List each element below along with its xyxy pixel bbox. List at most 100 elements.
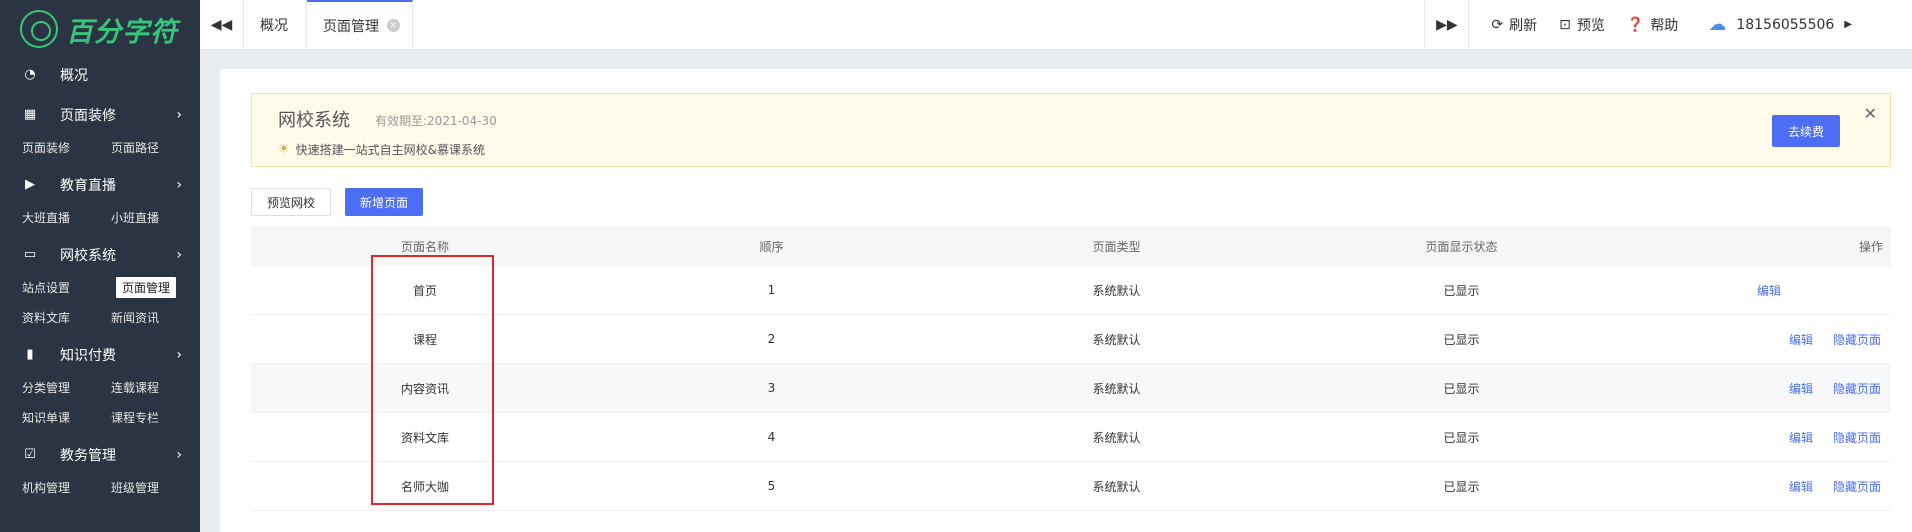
sidebar-item-page-management[interactable]: 页面管理 bbox=[116, 276, 177, 298]
sidebar-item-single-course[interactable]: 知识单课 bbox=[22, 409, 111, 426]
tool-label: 刷新 bbox=[1509, 17, 1538, 34]
cell-name: 课程 bbox=[412, 332, 437, 347]
refresh-button[interactable]: ⟳ 刷新 bbox=[1491, 15, 1537, 35]
sidebar-item-decoration[interactable]: 页面装修 bbox=[22, 139, 111, 156]
nav-school[interactable]: ▭ 网校系统 › bbox=[0, 238, 200, 272]
banner-title: 网校系统 bbox=[278, 110, 350, 131]
sidebar-item-org[interactable]: 机构管理 bbox=[22, 479, 111, 496]
edit-link[interactable]: 编辑 bbox=[1789, 380, 1813, 397]
cell-order: 3 bbox=[767, 381, 776, 395]
cell-order: 2 bbox=[767, 332, 776, 346]
main-content: 网校系统 有效期至:2021-04-30 ☀ 快速搭建一站式自主网校&慕课系统 … bbox=[220, 69, 1912, 532]
nav-group-live: ▶ 教育直播 › 大班直播 小班直播 bbox=[0, 168, 200, 238]
hide-page-link[interactable]: 隐藏页面 bbox=[1833, 380, 1881, 397]
cell-ops: 编辑 隐藏页面 bbox=[1634, 380, 1891, 397]
edit-link[interactable]: 编辑 bbox=[1757, 282, 1781, 299]
preview-school-button[interactable]: 预览网校 bbox=[251, 188, 332, 216]
edit-link[interactable]: 编辑 bbox=[1789, 429, 1813, 446]
hide-page-link[interactable]: 隐藏页面 bbox=[1833, 478, 1881, 495]
nav-group-decoration: ▦ 页面装修 › 页面装修 页面路径 bbox=[0, 98, 200, 168]
nav-knowledge[interactable]: ▮ 知识付费 › bbox=[0, 338, 200, 372]
refresh-icon: ⟳ bbox=[1491, 16, 1504, 33]
table-row: 课程 2 系统默认 已显示 编辑 隐藏页面 bbox=[251, 315, 1891, 364]
cell-name: 名师大咖 bbox=[400, 479, 449, 494]
sidebar-item-category[interactable]: 分类管理 bbox=[22, 379, 111, 396]
sidebar-item-news[interactable]: 新闻资讯 bbox=[111, 309, 200, 326]
nav-academic[interactable]: ☑ 教务管理 › bbox=[0, 438, 200, 472]
scroll-tabs-left-button[interactable]: ◀◀ bbox=[200, 0, 244, 49]
sub-row: 机构管理 班级管理 bbox=[0, 472, 200, 502]
banner-expiry: 有效期至:2021-04-30 bbox=[375, 114, 497, 128]
cell-type: 系统默认 bbox=[1092, 283, 1141, 298]
cell-name: 首页 bbox=[412, 283, 437, 298]
tab-overview[interactable]: 概况 bbox=[244, 0, 307, 49]
nav-decoration[interactable]: ▦ 页面装修 › bbox=[0, 98, 200, 132]
subscription-banner: 网校系统 有效期至:2021-04-30 ☀ 快速搭建一站式自主网校&慕课系统 … bbox=[251, 93, 1891, 167]
cell-ops: 编辑 bbox=[1634, 282, 1891, 299]
nav-label: 页面装修 bbox=[60, 108, 116, 124]
tool-label: 帮助 bbox=[1650, 17, 1679, 34]
close-icon[interactable]: ✕ bbox=[1864, 104, 1877, 123]
double-chevron-right-icon: ▶▶ bbox=[1436, 16, 1458, 33]
sidebar: 百分字符 ◔ 概况 ▦ 页面装修 › 页面装修 页面路径 ▶ 教育直播 › 大班… bbox=[0, 0, 200, 532]
nav-label: 网校系统 bbox=[60, 248, 116, 264]
sub-row: 分类管理 连载课程 bbox=[0, 372, 200, 402]
sidebar-item-site-settings[interactable]: 站点设置 bbox=[22, 279, 122, 296]
banner-tip: ☀ 快速搭建一站式自主网校&慕课系统 bbox=[278, 141, 485, 158]
nav-overview[interactable]: ◔ 概况 bbox=[0, 58, 200, 92]
caret-right-icon: ▶ bbox=[1844, 19, 1852, 30]
hide-page-link[interactable]: 隐藏页面 bbox=[1833, 429, 1881, 446]
renew-button[interactable]: 去续费 bbox=[1772, 115, 1840, 147]
pie-chart-icon: ◔ bbox=[24, 67, 36, 82]
sub-row: 页面装修 页面路径 bbox=[0, 132, 200, 162]
logo-icon bbox=[20, 10, 58, 48]
nav-live[interactable]: ▶ 教育直播 › bbox=[0, 168, 200, 202]
add-page-button[interactable]: 新增页面 bbox=[345, 188, 424, 216]
header-name: 页面名称 bbox=[400, 239, 449, 254]
close-icon[interactable]: × bbox=[387, 19, 400, 32]
tab-label: 页面管理 bbox=[323, 18, 379, 35]
preview-button[interactable]: ⊡ 预览 bbox=[1559, 15, 1605, 35]
user-menu[interactable]: ☁ 18156055506 ▶ bbox=[1708, 14, 1852, 35]
nav-label: 教务管理 bbox=[60, 448, 116, 464]
topbar-tools: ▶▶ ⟳ 刷新 ⊡ 预览 ❓ 帮助 ☁ 18156055506 ▶ bbox=[1424, 0, 1912, 49]
header-status: 页面显示状态 bbox=[1425, 239, 1498, 254]
header-type: 页面类型 bbox=[1092, 239, 1141, 254]
help-button[interactable]: ❓ 帮助 bbox=[1627, 15, 1678, 35]
edit-link[interactable]: 编辑 bbox=[1789, 478, 1813, 495]
sidebar-item-small-class[interactable]: 小班直播 bbox=[111, 209, 200, 226]
cell-status: 已显示 bbox=[1443, 430, 1480, 445]
tab-label: 概况 bbox=[260, 17, 288, 34]
table-row: 内容资讯 3 系统默认 已显示 编辑 隐藏页面 bbox=[251, 364, 1891, 413]
cell-name: 资料文库 bbox=[400, 430, 449, 445]
nav-group-overview: ◔ 概况 bbox=[0, 58, 200, 98]
edit-link[interactable]: 编辑 bbox=[1789, 331, 1813, 348]
cell-type: 系统默认 bbox=[1092, 332, 1141, 347]
hide-page-link[interactable]: 隐藏页面 bbox=[1833, 331, 1881, 348]
user-phone: 18156055506 bbox=[1736, 16, 1835, 33]
book-icon: ▮ bbox=[26, 347, 34, 362]
chevron-right-icon: › bbox=[176, 247, 182, 263]
tool-label: 预览 bbox=[1576, 17, 1605, 34]
cell-ops: 编辑 隐藏页面 bbox=[1634, 429, 1891, 446]
nav-group-academic: ☑ 教务管理 › 机构管理 班级管理 bbox=[0, 438, 200, 508]
cell-order: 4 bbox=[767, 430, 776, 444]
sidebar-item-library[interactable]: 资料文库 bbox=[22, 309, 111, 326]
nav-group-knowledge: ▮ 知识付费 › 分类管理 连载课程 知识单课 课程专栏 bbox=[0, 338, 200, 438]
cell-ops: 编辑 隐藏页面 bbox=[1634, 478, 1891, 495]
sidebar-item-column[interactable]: 课程专栏 bbox=[111, 409, 200, 426]
cloud-icon: ☁ bbox=[1708, 14, 1727, 35]
header-order: 顺序 bbox=[759, 239, 784, 254]
tab-page-management[interactable]: 页面管理 × bbox=[307, 0, 413, 49]
sidebar-item-big-class[interactable]: 大班直播 bbox=[22, 209, 111, 226]
sidebar-item-serial-course[interactable]: 连载课程 bbox=[111, 379, 200, 396]
sidebar-item-page-path[interactable]: 页面路径 bbox=[111, 139, 200, 156]
logo[interactable]: 百分字符 bbox=[0, 0, 200, 58]
cell-type: 系统默认 bbox=[1092, 381, 1141, 396]
help-icon: ❓ bbox=[1626, 16, 1645, 33]
sidebar-item-class[interactable]: 班级管理 bbox=[111, 479, 200, 496]
cell-order: 5 bbox=[767, 479, 776, 493]
nav-label: 教育直播 bbox=[60, 178, 116, 194]
scroll-tabs-right-button[interactable]: ▶▶ bbox=[1425, 0, 1470, 49]
topbar: ◀◀ 概况 页面管理 × ▶▶ ⟳ 刷新 ⊡ 预览 ❓ 帮助 ☁ 1815605… bbox=[200, 0, 1912, 50]
